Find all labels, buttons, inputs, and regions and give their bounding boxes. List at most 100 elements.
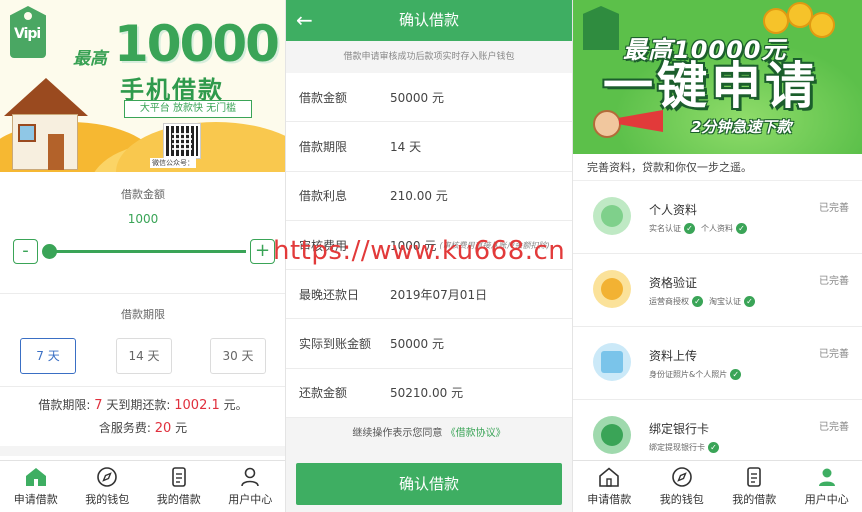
tab-user-center[interactable]: 用户中心: [215, 461, 286, 512]
user-icon: [241, 467, 260, 487]
step-document-upload[interactable]: 资料上传 身份证照片&个人照片 ✓ 已完善: [573, 327, 862, 400]
tab-label: 我的钱包: [659, 493, 704, 506]
tab-label: 申请借款: [587, 493, 632, 506]
summary-repay-amount: 1002.1: [174, 398, 220, 413]
banner-max-prefix: 最高: [73, 49, 107, 69]
banner-amount: 10000: [114, 15, 280, 73]
tab-my-wallet[interactable]: 我的钱包: [72, 461, 144, 512]
qr-code-icon: [163, 123, 201, 159]
home-icon: [25, 468, 46, 486]
tab-label: 我的钱包: [85, 493, 130, 506]
subitem-label: 身份证照片&个人照片: [649, 370, 728, 379]
detail-key: 借款利息: [299, 189, 348, 204]
step-qualification[interactable]: 资格验证 运营商授权 ✓ 淘宝认证 ✓ 已完善: [573, 254, 862, 327]
price-tag-logo-icon: [583, 6, 619, 50]
bottom-tab-bar: 申请借款 我的钱包 我的借款 用户中心: [573, 460, 862, 512]
step-subitems: 身份证照片&个人照片 ✓: [649, 369, 744, 380]
period-option-30-days[interactable]: 30 天: [210, 338, 266, 374]
house-door: [48, 134, 64, 170]
divider: [0, 386, 285, 387]
tab-user-center[interactable]: 用户中心: [791, 461, 862, 512]
logo-text: Vipi: [14, 26, 41, 42]
detail-value: 50000 元: [390, 90, 444, 105]
detail-row: 借款期限 14 天: [286, 122, 572, 172]
detail-row: 借款利息 210.00 元: [286, 172, 572, 221]
loan-amount-value: 1000: [127, 212, 159, 226]
check-icon: ✓: [708, 442, 719, 453]
tab-my-loans[interactable]: 我的借款: [718, 461, 791, 512]
step-name: 资料上传: [649, 349, 698, 363]
tab-label: 用户中心: [228, 493, 273, 506]
subitem-label: 淘宝认证: [709, 297, 741, 306]
banner-slogan: 大平台 放款快 无门槛: [124, 100, 252, 118]
tab-my-loans[interactable]: 我的借款: [143, 461, 215, 512]
amount-decrease-button[interactable]: -: [13, 239, 38, 264]
profile-steps-list: 个人资料 实名认证 ✓ 个人资料 ✓ 已完善 资格验证 运营商授权 ✓ 淘宝认证 ✓ 已…: [573, 181, 862, 473]
check-icon: ✓: [692, 296, 703, 307]
step-subitems: 实名认证 ✓ 个人资料 ✓: [649, 223, 750, 234]
coin-icon: [809, 12, 835, 38]
fee-amount: 20: [154, 421, 172, 436]
detail-row: 借款金额 50000 元: [286, 73, 572, 123]
house-illustration: [0, 78, 88, 172]
document-icon: [171, 467, 186, 487]
tab-label: 用户中心: [804, 493, 849, 506]
period-option-14-days[interactable]: 14 天: [116, 338, 172, 374]
tab-apply-loan[interactable]: 申请借款: [573, 461, 646, 512]
fee-prefix: 含服务费:: [98, 421, 151, 435]
bank-card-icon: [593, 416, 631, 454]
detail-key: 审核费用: [299, 238, 348, 253]
step-status: 已完善: [819, 276, 849, 287]
repayment-summary: 借款期限: 7 天到期还款: 1002.1 元。: [0, 396, 285, 413]
loan-agreement-link[interactable]: 《借款协议》: [446, 428, 506, 439]
tab-apply-loan[interactable]: 申请借款: [0, 461, 72, 512]
check-icon: ✓: [730, 369, 742, 380]
step-name: 资格验证: [649, 276, 698, 290]
section-gap: [0, 446, 285, 456]
detail-row: 实际到账金额 50000 元: [286, 319, 572, 369]
detail-key: 借款期限: [299, 139, 348, 154]
upload-document-icon: [593, 343, 631, 381]
document-icon: [747, 467, 762, 487]
page-title: 确认借款: [398, 11, 459, 29]
tab-my-wallet[interactable]: 我的钱包: [646, 461, 719, 512]
step-name: 个人资料: [649, 203, 698, 217]
confirm-loan-button[interactable]: 确认借款: [296, 463, 562, 505]
home-icon: [599, 467, 620, 487]
compass-icon: [671, 467, 692, 487]
bottom-tab-bar: 申请借款 我的钱包 我的借款 用户中心: [0, 460, 286, 512]
detail-key: 实际到账金额: [299, 337, 372, 352]
step-name: 绑定银行卡: [649, 422, 710, 436]
loan-period-label: 借款期限: [121, 308, 165, 321]
step-subitems: 运营商授权 ✓ 淘宝认证 ✓: [649, 296, 758, 307]
divider: [0, 293, 285, 294]
agreement-prefix: 继续操作表示您同意: [352, 428, 443, 439]
detail-row: 最晚还款日 2019年07月01日: [286, 270, 572, 320]
house-wall: [12, 114, 78, 170]
amount-slider-track[interactable]: [46, 250, 246, 253]
step-status: 已完善: [819, 349, 849, 360]
promo-banner[interactable]: Vipi 最高 10000 手机借款 大平台 放款快 无门槛 微信公众号：: [0, 0, 285, 172]
step-personal-info[interactable]: 个人资料 实名认证 ✓ 个人资料 ✓ 已完善: [573, 181, 862, 254]
period-option-7-days[interactable]: 7 天: [20, 338, 76, 374]
back-arrow-icon[interactable]: ←: [296, 8, 320, 32]
subitem-label: 个人资料: [701, 224, 733, 233]
summary-days: 7: [94, 398, 103, 413]
step-subitems: 绑定提现银行卡 ✓: [649, 442, 722, 453]
loan-amount-label: 借款金额: [121, 188, 165, 201]
promo-banner[interactable]: 最高10000元 一键申请 2分钟急速下款: [573, 0, 862, 154]
amount-increase-button[interactable]: +: [250, 239, 275, 264]
confirm-loan-screen: 确认借款 ← 借款申请审核成功后款项实时存入账户钱包 借款金额 50000 元 …: [286, 0, 572, 512]
info-note: 借款申请审核成功后款项实时存入账户钱包: [286, 41, 572, 73]
step-status: 已完善: [819, 422, 849, 433]
amount-slider-handle[interactable]: [42, 244, 57, 259]
summary-unit: 元。: [223, 398, 248, 412]
loan-details-list: 借款金额 50000 元 借款期限 14 天 借款利息 210.00 元 审核费…: [286, 73, 572, 419]
detail-value: 1000 元: [390, 238, 437, 253]
banner-hill-decoration: [116, 122, 285, 172]
detail-value: 50210.00 元: [390, 386, 464, 401]
subitem-label: 实名认证: [649, 224, 681, 233]
summary-mid: 天到期还款:: [106, 398, 171, 412]
header-bar: 确认借款 ←: [286, 0, 572, 41]
service-fee-summary: 含服务费: 20 元: [0, 419, 285, 436]
